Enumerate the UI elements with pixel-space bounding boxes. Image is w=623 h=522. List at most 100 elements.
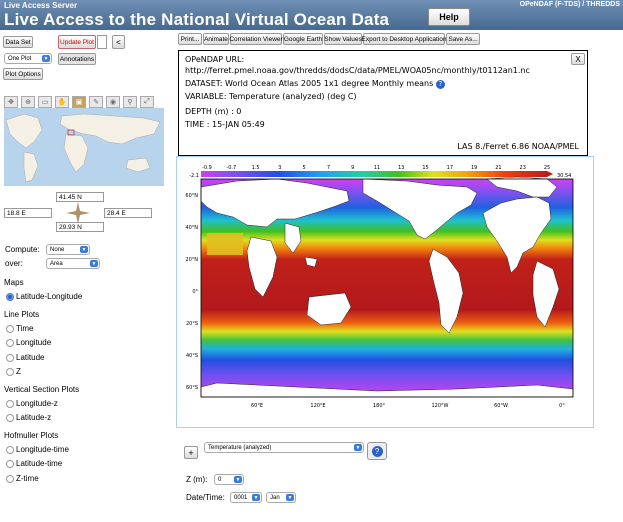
globe-icon[interactable]: ◉ [106, 96, 120, 108]
colorbar-tick-label: 5 [303, 165, 306, 171]
info-icon[interactable]: ? [435, 80, 445, 89]
plot-count-value: One Plot [8, 55, 32, 62]
latitude-tick-label: 60°S [186, 385, 198, 391]
update-plot-button[interactable]: Update Plot [58, 35, 96, 49]
east-coord-input[interactable]: 28.4 E [104, 208, 152, 218]
colorbar-tick-label: 21 [495, 165, 501, 171]
compute-label: Compute: [5, 245, 40, 254]
west-coord-input[interactable]: 18.8 E [4, 208, 52, 218]
plot-type-radio[interactable] [6, 368, 14, 376]
plot-type-label[interactable]: Latitude-Longitude [16, 292, 82, 301]
plot-type-label[interactable]: Z-time [16, 474, 39, 483]
variable-help-button[interactable]: ? [367, 442, 387, 460]
plot-type-radio[interactable] [6, 474, 14, 483]
app-title: Live Access to the National Virtual Ocea… [4, 10, 390, 29]
toolbar-button-google-earth[interactable]: Google Earth [283, 33, 323, 45]
zoom-extent-icon[interactable]: ⤢ [140, 96, 154, 108]
compute-select[interactable]: None ▼ [46, 244, 90, 255]
toolbar-button-correlation-viewer[interactable]: Correlation Viewer [229, 33, 283, 45]
help-button[interactable]: Help [428, 8, 470, 26]
toolbar-button-print[interactable]: Print... [178, 33, 202, 45]
plot-type-label[interactable]: Longitude-z [16, 399, 58, 408]
latitude-tick-label: 40°S [186, 353, 198, 359]
dataset-text: DATASET: World Ocean Atlas 2005 1x1 degr… [185, 79, 434, 88]
plot-type-radio[interactable] [6, 399, 14, 408]
plot-type-label[interactable]: Longitude-time [16, 445, 69, 454]
variable-value: Temperature (analyzed) [208, 444, 272, 451]
plot-type-radio[interactable] [6, 414, 14, 422]
over-select[interactable]: Area ▼ [46, 258, 100, 269]
colorbar [201, 171, 553, 177]
plot-type-radio[interactable] [6, 339, 14, 347]
plot-type-radio[interactable] [6, 324, 14, 333]
header-links[interactable]: OPeNDAF (F-TDS) / THREDDS [520, 1, 620, 8]
longitude-axis-labels: 60°E 120°E 180° 120°W 60°W 0° [251, 403, 565, 409]
section-title: Hofmuller Plots [4, 430, 59, 440]
dataset-line: DATASET: World Ocean Atlas 2005 1x1 degr… [185, 79, 445, 89]
section-title: Vertical Section Plots [4, 384, 80, 394]
plot-type-radio[interactable] [6, 353, 14, 362]
plot-type-radio[interactable] [6, 460, 14, 468]
region-mini-map[interactable] [4, 108, 164, 186]
toolbar-button-save-as[interactable]: Save As... [446, 33, 480, 45]
plot-type-radio[interactable] [6, 293, 14, 301]
plot-type-label[interactable]: Latitude-z [16, 413, 51, 422]
zoom-icon[interactable]: ⊕ [21, 96, 35, 108]
colorbar-tick-label: 23 [520, 165, 526, 171]
opendap-url[interactable]: http://ferret.pmel.noaa.gov/thredds/dods… [185, 66, 530, 75]
select-icon[interactable]: ▣ [72, 96, 86, 108]
colorbar-tick-label: 17 [447, 165, 453, 171]
colorbar-max-label: 30.54 [557, 173, 571, 179]
plot-type-label[interactable]: Latitude [16, 353, 44, 362]
year-select[interactable]: 0001 ▼ [230, 492, 262, 503]
month-select[interactable]: Jan ▼ [266, 492, 296, 503]
plot-frame: -0.9 -0.7 1.5 3 5 7 9 11 13 15 17 19 21 23 25 -2.1 30.5… [176, 156, 594, 428]
close-button[interactable]: X [571, 53, 585, 65]
search-icon[interactable]: ⚲ [123, 96, 137, 108]
plot-type-radio[interactable] [6, 445, 14, 454]
annotations-button[interactable]: Annotations [58, 53, 96, 65]
longitude-tick-label: 120°E [310, 403, 325, 409]
year-value: 0001 [234, 494, 248, 501]
plot-count-select[interactable]: One Plot ▼ [4, 53, 52, 64]
back-button[interactable]: < [112, 35, 125, 49]
las-footer: LAS 8./Ferret 6.86 NOAA/PMEL [457, 142, 579, 151]
toolbar-button-animate[interactable]: Animate [203, 33, 229, 45]
update-checkbox[interactable] [97, 35, 107, 49]
plot-info-panel: X OPeNDAP URL: http://ferret.pmel.noaa.g… [178, 50, 588, 156]
edit-icon[interactable]: ✎ [89, 96, 103, 108]
colorbar-tick-label: 19 [471, 165, 477, 171]
variable-select[interactable]: Temperature (analyzed) ▼ [204, 442, 364, 453]
plot-options-button[interactable]: Plot Options [3, 68, 43, 80]
compass-icon [66, 202, 90, 224]
month-value: Jan [270, 494, 280, 501]
chevron-down-icon: ▼ [90, 260, 98, 267]
dataset-button[interactable]: Data Set [3, 36, 33, 48]
plot-type-label[interactable]: Z [16, 367, 21, 376]
chevron-down-icon: ▼ [80, 246, 88, 253]
user-selection-box[interactable] [207, 233, 243, 255]
colorbar-tick-label: -0.9 [202, 165, 212, 171]
colorbar-tick-label: 1.5 [252, 165, 260, 171]
north-coord-input[interactable]: 41.45 N [56, 192, 104, 202]
chevron-down-icon: ▼ [42, 55, 50, 62]
add-variable-button[interactable]: + [184, 446, 198, 459]
colorbar-tick-label: 13 [398, 165, 404, 171]
colorbar-tick-label: 3 [278, 165, 281, 171]
toolbar-button-show-values[interactable]: Show Values [324, 33, 362, 45]
server-label: Live Access Server [4, 1, 78, 10]
plot-type-label[interactable]: Latitude-time [16, 459, 62, 468]
toolbar-button-export-to-desktop-application[interactable]: Export to Desktop Application [362, 33, 446, 45]
south-coord-input[interactable]: 29.93 N [56, 222, 104, 232]
z-select[interactable]: 0 ▼ [214, 474, 244, 485]
longitude-tick-label: 180° [373, 403, 386, 409]
url-label: OPeNDAP URL: [185, 55, 245, 64]
temperature-map-plot[interactable]: -0.9 -0.7 1.5 3 5 7 9 11 13 15 17 19 21 23 25 -2.1 30.5… [177, 157, 593, 427]
plot-type-label[interactable]: Longitude [16, 338, 51, 347]
rect-icon[interactable]: ▭ [38, 96, 52, 108]
pan-icon[interactable]: ✥ [4, 96, 18, 108]
colorbar-tick-label: 25 [544, 165, 550, 171]
hand-icon[interactable]: ✋ [55, 96, 69, 108]
plot-type-label[interactable]: Time [16, 324, 33, 333]
chevron-down-icon: ▼ [286, 494, 294, 501]
